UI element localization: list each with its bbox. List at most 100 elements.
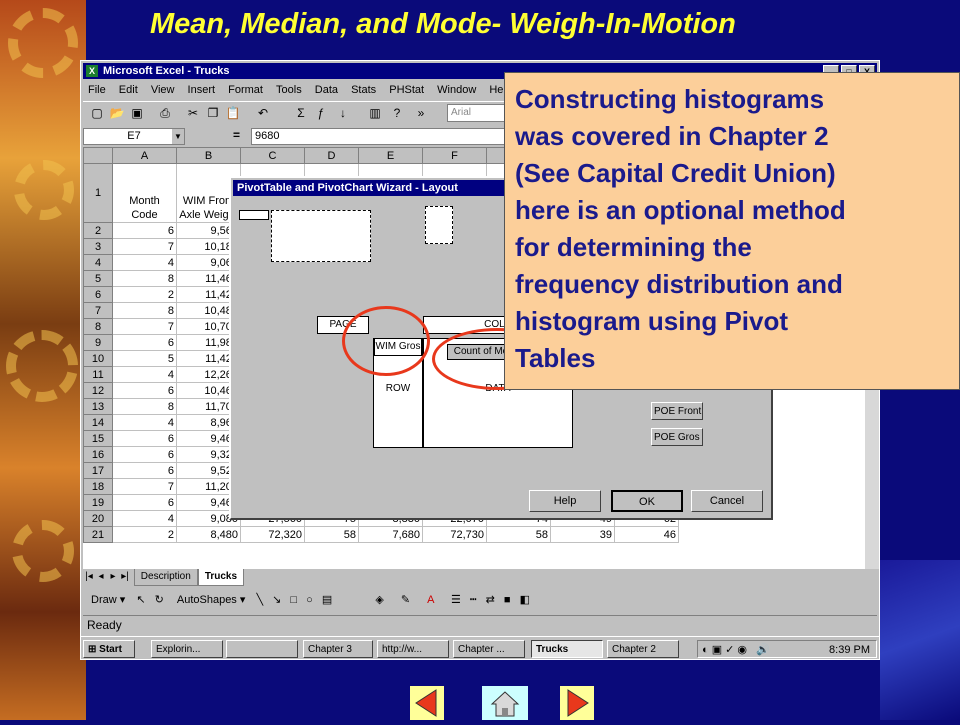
table-cell[interactable]: 6 [112,334,177,351]
table-cell[interactable]: 4 [112,510,177,527]
task-blank[interactable] [226,640,298,658]
tab-description[interactable]: Description [133,569,198,586]
table-cell[interactable]: 6 [112,494,177,511]
table-cell[interactable]: 6 [112,222,177,239]
menu-insert[interactable]: Insert [188,84,216,96]
name-box[interactable]: E7 ▼ [83,128,185,145]
autoshapes-menu[interactable]: AutoShapes ▾ [177,594,246,606]
paste-icon[interactable]: 📋 [225,105,241,121]
ok-button[interactable]: OK [611,490,683,512]
tray-icons[interactable]: ◐ ▣ ✓ ◉ 🔊 [702,641,770,659]
draw-menu[interactable]: Draw ▾ [91,594,125,606]
task-chapter3[interactable]: Chapter 3 [303,640,373,658]
chart-icon[interactable]: ▥ [367,105,383,121]
copy-icon[interactable]: ❐ [205,105,221,121]
task-chapter2[interactable]: Chapter 2 [607,640,679,658]
line-icon[interactable]: ╲ [256,594,263,606]
table-cell[interactable]: 6 [112,446,177,463]
column-header[interactable]: C [240,147,305,164]
row-header[interactable]: 6 [83,286,113,303]
task-chapter-doc[interactable]: Chapter ... [453,640,525,658]
row-header[interactable]: 14 [83,414,113,431]
row-header[interactable]: 5 [83,270,113,287]
3d-icon[interactable]: ◧ [520,594,530,606]
column-header[interactable]: A [112,147,177,164]
row-header[interactable]: 16 [83,446,113,463]
row-header[interactable]: 1 [83,163,113,223]
row-header[interactable]: 18 [83,478,113,495]
table-cell[interactable]: 6 [112,462,177,479]
task-trucks[interactable]: Trucks [531,640,603,658]
line-color-icon[interactable]: ✎ [401,594,410,606]
open-icon[interactable]: 📂 [109,105,125,121]
menu-tools[interactable]: Tools [276,84,302,96]
row-header[interactable]: 13 [83,398,113,415]
table-cell[interactable]: 5 [112,350,177,367]
rotate-icon[interactable]: ↻ [155,594,164,606]
tab-trucks[interactable]: Trucks [197,569,245,586]
row-header[interactable]: 21 [83,526,113,543]
function-icon[interactable]: ƒ [313,105,329,121]
menu-format[interactable]: Format [228,84,263,96]
menu-view[interactable]: View [151,84,175,96]
table-cell[interactable]: 46 [614,526,679,543]
row-header[interactable]: 7 [83,302,113,319]
table-cell[interactable]: 39 [550,526,615,543]
row-header[interactable]: 2 [83,222,113,239]
table-cell[interactable]: 72,320 [240,526,305,543]
table-cell[interactable]: 72,730 [422,526,487,543]
row-header[interactable]: 9 [83,334,113,351]
column-header[interactable]: F [422,147,487,164]
field-button-poe-front[interactable]: POE Front [651,402,703,420]
table-cell[interactable]: 6 [112,430,177,447]
row-header[interactable]: 3 [83,238,113,255]
menu-phstat[interactable]: PHStat [389,84,424,96]
home-button[interactable] [482,686,528,720]
menu-file[interactable]: File [88,84,106,96]
save-icon[interactable]: ▣ [129,105,145,121]
sort-icon[interactable]: ↓ [335,105,351,121]
row-header[interactable]: 20 [83,510,113,527]
row-header[interactable]: 12 [83,382,113,399]
select-arrow-icon[interactable]: ↖ [136,594,145,606]
cancel-button[interactable]: Cancel [691,490,763,512]
table-cell[interactable]: 2 [112,286,177,303]
row-header[interactable]: 15 [83,430,113,447]
table-cell[interactable]: 8 [112,398,177,415]
table-cell[interactable]: 7 [112,318,177,335]
start-button[interactable]: ⊞ Start [83,640,135,658]
previous-slide-button[interactable] [410,686,444,720]
dash-style-icon[interactable]: ┅ [470,594,477,606]
print-icon[interactable]: ⎙ [157,105,173,121]
menu-stats[interactable]: Stats [351,84,376,96]
table-cell[interactable]: 58 [486,526,551,543]
task-browser[interactable]: http://w... [377,640,449,658]
chevron-down-icon[interactable]: ▼ [172,129,184,144]
table-cell[interactable]: 4 [112,414,177,431]
menu-window[interactable]: Window [437,84,476,96]
table-cell[interactable]: 6 [112,382,177,399]
help-icon[interactable]: ? [389,105,405,121]
row-header[interactable]: 11 [83,366,113,383]
cut-icon[interactable]: ✂ [185,105,201,121]
field-button-poe-gross[interactable]: POE Gros [651,428,703,446]
arrow-icon[interactable]: ↘ [272,594,281,606]
next-sheet-icon[interactable]: ▸ [107,569,119,585]
undo-icon[interactable]: ↶ [255,105,271,121]
row-header[interactable]: 19 [83,494,113,511]
table-cell[interactable]: 4 [112,366,177,383]
help-button[interactable]: Help [529,490,601,512]
table-cell[interactable]: 8 [112,270,177,287]
menu-edit[interactable]: Edit [119,84,138,96]
table-cell[interactable]: 7 [112,478,177,495]
row-header[interactable]: 17 [83,462,113,479]
line-style-icon[interactable]: ☰ [451,594,461,606]
shadow-icon[interactable]: ■ [504,594,511,606]
table-cell[interactable]: 7 [112,238,177,255]
font-select[interactable]: Arial [447,104,512,122]
more-icon[interactable]: » [413,105,429,121]
column-header[interactable]: D [304,147,359,164]
rectangle-icon[interactable]: □ [290,594,297,606]
column-header[interactable]: B [176,147,241,164]
table-cell[interactable]: 8 [112,302,177,319]
